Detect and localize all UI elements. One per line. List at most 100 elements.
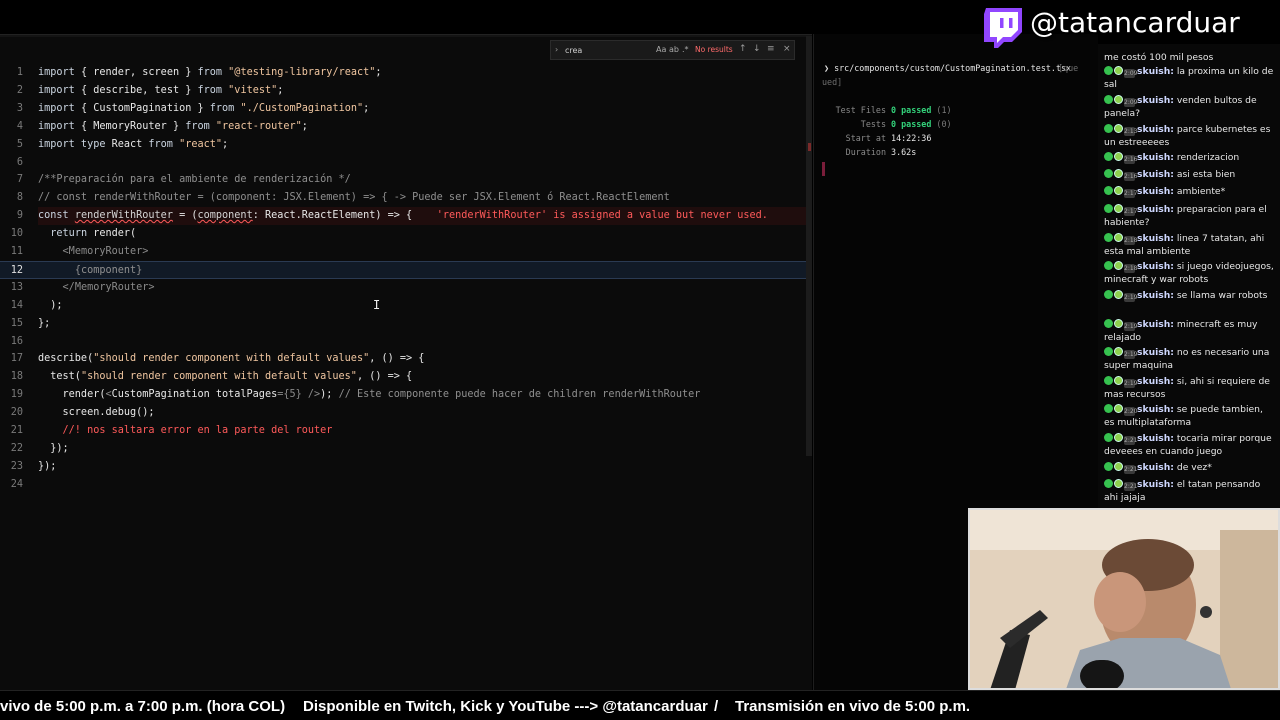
previous-match-icon[interactable]: ↑ xyxy=(739,44,747,54)
code-token: // Este componente puede hacer de childr… xyxy=(338,389,701,401)
subscriber-badge-icon xyxy=(1114,233,1123,242)
code-line[interactable]: 21 //! nos saltara error en la parte del… xyxy=(0,422,806,440)
chat-username[interactable]: skuish: xyxy=(1137,462,1174,473)
chat-username[interactable]: skuish: xyxy=(1137,233,1174,244)
code-line[interactable]: 3 import { CustomPagination } from "./Cus… xyxy=(0,100,806,118)
line-number: 24 xyxy=(10,478,23,490)
chat-username[interactable]: skuish: xyxy=(1137,376,1174,387)
chat-text: renderizacion xyxy=(1176,152,1240,163)
code-line[interactable]: 24 xyxy=(0,476,806,494)
code-line[interactable]: 16 xyxy=(0,333,806,351)
chat-text: me costó 100 mil pesos xyxy=(1104,52,1214,63)
chat-username[interactable]: skuish: xyxy=(1137,66,1174,77)
chat-username[interactable]: skuish: xyxy=(1137,261,1174,272)
code-line[interactable]: 18 test("should render component with de… xyxy=(0,368,806,386)
code-line[interactable]: 19 render(<CustomPagination totalPages={… xyxy=(0,386,806,404)
editor-scrollbar[interactable] xyxy=(806,36,812,456)
chat-username[interactable]: skuish: xyxy=(1137,95,1174,106)
chat-username[interactable]: skuish: xyxy=(1137,124,1174,135)
code-token: import xyxy=(38,102,75,114)
chat-timestamp: 2:09 xyxy=(1124,98,1138,107)
code-line[interactable]: 20 screen.debug(); xyxy=(0,404,806,422)
next-match-icon[interactable]: ↓ xyxy=(753,44,761,54)
moderator-badge-icon xyxy=(1104,347,1113,356)
match-whole-word-icon[interactable]: ab xyxy=(669,45,679,54)
subscriber-badge-icon xyxy=(1114,66,1123,75)
code-line[interactable]: 8 // const renderWithRouter = (component:… xyxy=(0,189,806,207)
close-find-icon[interactable]: × xyxy=(783,44,791,54)
find-widget[interactable]: › crea Aa ab .* No results ↑ ↓ ≡ × xyxy=(550,40,795,60)
chat-username[interactable]: skuish: xyxy=(1137,433,1174,444)
moderator-badge-icon xyxy=(1104,66,1113,75)
code-token: "should render component with default va… xyxy=(80,371,357,383)
code-token: = ( xyxy=(172,210,198,222)
code-line[interactable]: 22 }); xyxy=(0,440,806,458)
code-line[interactable]: 17 describe("should render component with… xyxy=(0,350,806,368)
chat-username[interactable]: skuish: xyxy=(1137,319,1174,330)
terminal-cursor-bar xyxy=(822,162,825,176)
code-text: screen.debug(); xyxy=(38,404,155,422)
code-editor[interactable]: 1 import { render, screen } from "@testin… xyxy=(0,34,812,690)
chat-username[interactable]: skuish: xyxy=(1137,404,1174,415)
code-token: "./CustomPagination" xyxy=(240,102,364,114)
code-line[interactable]: 4 import { MemoryRouter } from "react-rou… xyxy=(0,118,806,136)
chat-timestamp: 2:13 xyxy=(1124,127,1138,136)
code-line[interactable]: 10 return render( xyxy=(0,225,806,243)
moderator-badge-icon xyxy=(1104,404,1113,413)
regex-icon[interactable]: .* xyxy=(682,45,689,54)
moderator-badge-icon xyxy=(1104,233,1113,242)
ticker-schedule-text: vivo de 5:00 p.m. a 7:00 p.m. (hora COL) xyxy=(0,698,286,715)
code-line[interactable]: 13 </MemoryRouter> xyxy=(0,279,806,297)
code-line[interactable]: 9 const renderWithRouter = (component: Re… xyxy=(0,207,806,226)
code-line[interactable]: 2 import { describe, test } from "vitest"… xyxy=(0,82,806,100)
code-token: ; xyxy=(277,84,284,96)
code-token: "react" xyxy=(179,138,223,150)
code-token: { render, screen } xyxy=(74,67,198,78)
code-line[interactable]: 11 <MemoryRouter> xyxy=(0,243,806,261)
code-text: ); xyxy=(38,297,62,315)
code-token: from xyxy=(148,138,173,150)
line-number: 7 xyxy=(16,174,23,186)
moderator-badge-icon xyxy=(1104,462,1113,471)
code-line[interactable]: 15}; xyxy=(0,315,806,333)
code-token: }); xyxy=(38,442,69,454)
subscriber-badge-icon xyxy=(1114,186,1123,195)
find-input[interactable]: crea xyxy=(565,44,655,57)
code-line[interactable]: 5 import type React from "react"; xyxy=(0,136,806,154)
code-token: { MemoryRouter } xyxy=(74,120,186,132)
toggle-replace-icon[interactable]: › xyxy=(555,45,558,54)
code-token: }); xyxy=(38,460,57,472)
chat-username[interactable]: skuish: xyxy=(1137,479,1174,490)
code-token: "vitest" xyxy=(228,84,278,96)
moderator-badge-icon xyxy=(1104,169,1113,178)
code-token: {component} xyxy=(74,264,143,276)
code-token: const xyxy=(38,210,69,222)
code-line[interactable]: 7 /**Preparación para el ambiente de rend… xyxy=(0,171,806,189)
code-line[interactable]: 14 ); xyxy=(0,297,806,315)
moderator-badge-icon xyxy=(1104,290,1113,299)
code-line[interactable]: 6 xyxy=(0,154,806,172)
line-number: 5 xyxy=(16,138,23,150)
match-case-icon[interactable]: Aa xyxy=(656,45,666,54)
moderator-badge-icon xyxy=(1104,186,1113,195)
chat-username[interactable]: skuish: xyxy=(1137,169,1174,180)
code-text: const renderWithRouter = (component: Rea… xyxy=(38,207,768,225)
code-token: describe( xyxy=(38,353,94,365)
chat-username[interactable]: skuish: xyxy=(1137,186,1174,197)
chat-username[interactable]: skuish: xyxy=(1137,152,1174,163)
code-line[interactable]: 23}); xyxy=(0,458,806,476)
moderator-badge-icon xyxy=(1104,479,1113,488)
chat-username[interactable]: skuish: xyxy=(1137,204,1174,215)
chat-username[interactable]: skuish: xyxy=(1137,347,1174,358)
chat-username[interactable]: skuish: xyxy=(1137,290,1174,301)
find-in-selection-icon[interactable]: ≡ xyxy=(767,44,775,54)
code-token: from xyxy=(197,84,223,96)
chat-message: 2:18skuish: si juego videojuegos, minecr… xyxy=(1104,261,1274,286)
moderator-badge-icon xyxy=(1104,204,1113,213)
webcam-feed xyxy=(968,508,1280,690)
code-line[interactable]: 12 {component} xyxy=(0,260,806,279)
chat-timestamp: 2:17 xyxy=(1124,207,1138,216)
code-line[interactable]: 1 import { render, screen } from "@testin… xyxy=(0,64,806,82)
